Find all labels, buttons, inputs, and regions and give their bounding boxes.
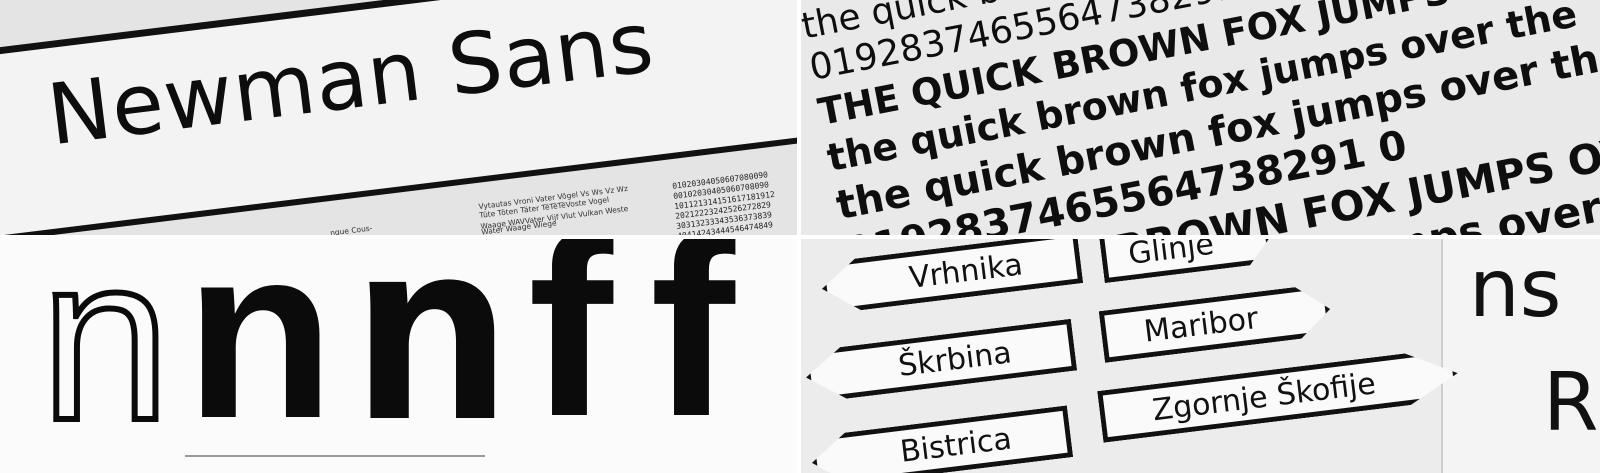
poster-photo: Newman Sans ngue Cous- Vytautas Vroni Va… [0,0,797,235]
specimen-page: the quick brown fox jumps 01928374655647… [801,0,1600,235]
gutter [0,235,1600,239]
glyph-photo: n n n f f [0,239,797,473]
road-sign: Vrhnika [819,239,1083,315]
glyph-n-bold: n [185,239,335,469]
glyph-n-black: n [353,239,510,469]
baseline-rule [185,455,485,457]
sheet-letters: R [1543,356,1599,449]
glyph-n-outline: n [37,239,174,469]
glyph-f: f [650,239,735,470]
specimen-photo: the quick brown fox jumps 01928374655647… [801,0,1600,235]
road-sign-label: Bistrica [898,420,1014,470]
road-sign: Maribor [1099,283,1334,363]
signs-photo: ns R Vrhnika Glinje Maribor Škrbina Zgor… [801,239,1600,473]
glyph-f: f [528,239,613,470]
poster-title: Newman Sans [42,0,660,165]
road-sign-label: Škrbina [896,334,1014,384]
road-sign: Bistrica [809,405,1073,473]
road-sign-label: Glinje [1126,239,1216,272]
road-sign: Zgornje Škofije [1097,347,1461,442]
road-sign: Glinje [1098,239,1273,283]
road-sign-label: Maribor [1142,300,1261,350]
road-sign: Škrbina [803,319,1077,404]
sheet-letters: ns [1469,242,1562,335]
road-sign-label: Vrhnika [907,246,1025,296]
road-sign-label: Zgornje Škofije [1150,365,1378,428]
poster-left-text: ngue Cous- [329,223,373,235]
